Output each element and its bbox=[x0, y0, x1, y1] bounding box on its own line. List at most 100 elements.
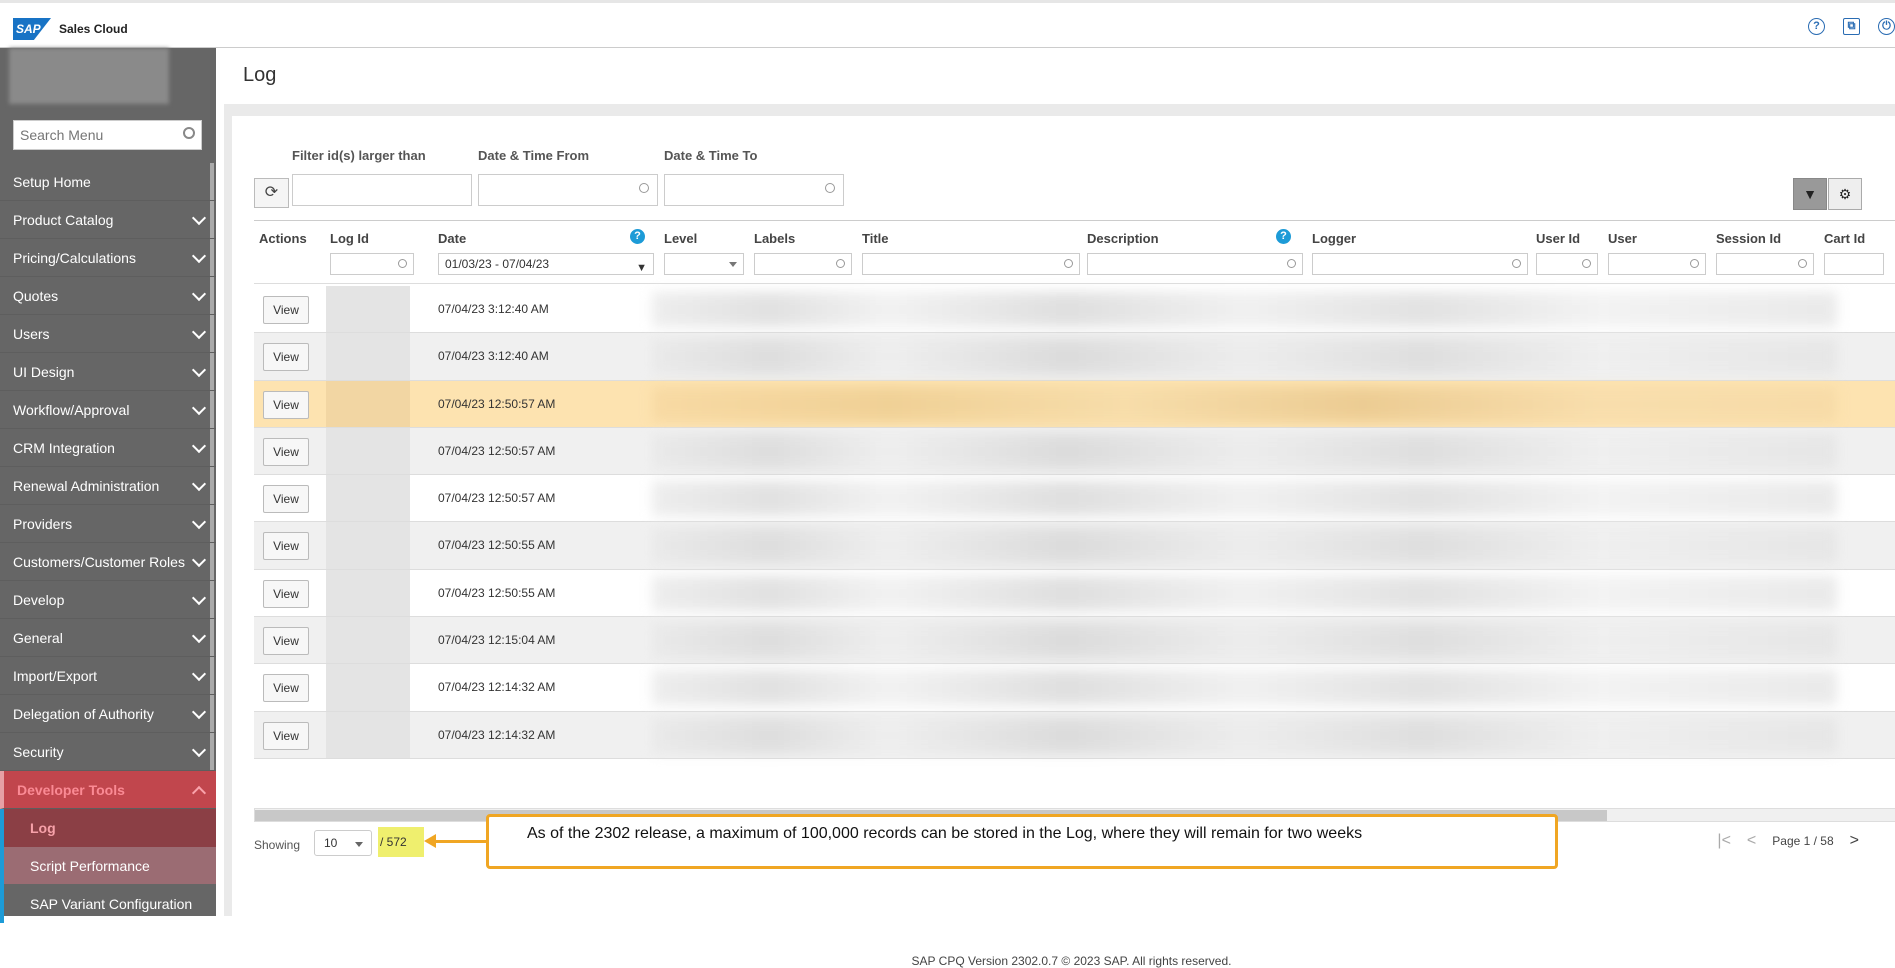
col-labels[interactable]: Labels bbox=[754, 231, 795, 246]
sidebar-item[interactable]: Security bbox=[0, 733, 216, 771]
col-date[interactable]: Date bbox=[438, 231, 466, 246]
log-id-cell-blurred bbox=[326, 286, 410, 333]
view-button[interactable]: View bbox=[263, 627, 309, 656]
page-indicator: Page 1 / 58 bbox=[1772, 834, 1834, 848]
view-button[interactable]: View bbox=[263, 437, 309, 466]
col-cart-id[interactable]: Cart Id bbox=[1824, 231, 1865, 246]
filter-from-input[interactable] bbox=[478, 174, 658, 206]
sidebar-item[interactable]: UI Design bbox=[0, 353, 216, 391]
table-row[interactable]: View 07/04/23 12:14:32 AM bbox=[254, 711, 1895, 759]
sidebar-item-label: Providers bbox=[13, 516, 73, 532]
refresh-button[interactable]: ⟳ bbox=[254, 178, 289, 208]
session-id-filter[interactable] bbox=[1716, 253, 1814, 275]
page-size-select[interactable]: 10 bbox=[314, 830, 372, 856]
col-user-id[interactable]: User Id bbox=[1536, 231, 1580, 246]
sidebar-item[interactable]: Providers bbox=[0, 505, 216, 543]
table-row[interactable]: View 07/04/23 12:15:04 AM bbox=[254, 617, 1895, 665]
row-details-blurred bbox=[652, 670, 1837, 706]
filter-id-input[interactable] bbox=[292, 174, 472, 206]
view-button[interactable]: View bbox=[263, 674, 309, 703]
search-menu-input[interactable] bbox=[14, 121, 174, 149]
view-button[interactable]: View bbox=[263, 579, 309, 608]
log-id-cell-blurred bbox=[326, 380, 410, 427]
user-filter[interactable] bbox=[1608, 253, 1706, 275]
view-button[interactable]: View bbox=[263, 485, 309, 514]
sidebar-subitem[interactable]: Script Performance bbox=[0, 847, 216, 885]
level-filter[interactable] bbox=[664, 253, 744, 275]
row-details-blurred bbox=[652, 433, 1837, 469]
sidebar-item[interactable]: Setup Home bbox=[0, 163, 216, 201]
sidebar-item[interactable]: General bbox=[0, 619, 216, 657]
col-log-id[interactable]: Log Id bbox=[330, 231, 369, 246]
settings-button[interactable]: ⚙ bbox=[1828, 178, 1862, 210]
search-icon bbox=[398, 259, 407, 268]
chevron-up-icon bbox=[191, 785, 207, 801]
log-id-filter[interactable] bbox=[330, 253, 414, 275]
user-id-filter[interactable] bbox=[1536, 253, 1598, 275]
power-icon[interactable]: ⏻ bbox=[1878, 18, 1895, 35]
chevron-down-icon bbox=[191, 400, 207, 416]
col-logger[interactable]: Logger bbox=[1312, 231, 1356, 246]
view-button[interactable]: View bbox=[263, 296, 309, 324]
grid-header: Actions Log Id Date ? 01/03/23 - 07/04/2… bbox=[254, 220, 1895, 284]
col-level[interactable]: Level bbox=[664, 231, 697, 246]
next-page-icon[interactable]: > bbox=[1850, 832, 1859, 850]
view-button[interactable]: View bbox=[263, 390, 309, 419]
labels-filter[interactable] bbox=[754, 253, 852, 275]
sidebar-subitem[interactable]: Log bbox=[0, 809, 216, 847]
col-description[interactable]: Description bbox=[1087, 231, 1159, 246]
grid-rows: View 07/04/23 3:12:40 AM View 07/04/23 3:12… bbox=[254, 286, 1895, 759]
description-help-icon[interactable]: ? bbox=[1276, 229, 1291, 244]
page-size-value: 10 bbox=[324, 836, 338, 850]
sidebar-item[interactable]: Import/Export bbox=[0, 657, 216, 695]
date-help-icon[interactable]: ? bbox=[630, 229, 645, 244]
table-row[interactable]: View 07/04/23 12:50:55 AM bbox=[254, 522, 1895, 570]
table-row[interactable]: View 07/04/23 12:14:32 AM bbox=[254, 664, 1895, 712]
sidebar-item-label: Pricing/Calculations bbox=[13, 250, 136, 266]
table-row[interactable]: View 07/04/23 12:50:57 AM bbox=[254, 475, 1895, 523]
search-icon[interactable] bbox=[183, 127, 195, 139]
table-row[interactable]: View 07/04/23 3:12:40 AM bbox=[254, 286, 1895, 334]
first-page-icon[interactable]: |< bbox=[1717, 832, 1731, 850]
help-icon[interactable]: ? bbox=[1808, 18, 1825, 35]
title-filter[interactable] bbox=[862, 253, 1080, 275]
sidebar-item[interactable]: Delegation of Authority bbox=[0, 695, 216, 733]
sidebar-item[interactable]: Renewal Administration bbox=[0, 467, 216, 505]
filter-to-input[interactable] bbox=[664, 174, 844, 206]
description-filter[interactable] bbox=[1087, 253, 1303, 275]
search-icon bbox=[1064, 259, 1073, 268]
view-button[interactable]: View bbox=[263, 343, 309, 372]
log-panel: Filter id(s) larger than Date & Time Fro… bbox=[224, 104, 1895, 968]
date-filter[interactable]: 01/03/23 - 07/04/23 ▼ bbox=[438, 253, 654, 275]
col-session-id[interactable]: Session Id bbox=[1716, 231, 1781, 246]
sidebar-item[interactable]: Pricing/Calculations bbox=[0, 239, 216, 277]
sidebar-item[interactable]: Product Catalog bbox=[0, 201, 216, 239]
prev-page-icon[interactable]: < bbox=[1747, 832, 1756, 850]
view-button[interactable]: View bbox=[263, 532, 309, 561]
chevron-down-icon bbox=[191, 210, 207, 226]
sidebar-item[interactable]: Workflow/Approval bbox=[0, 391, 216, 429]
sidebar-item[interactable]: CRM Integration bbox=[0, 429, 216, 467]
sidebar-item[interactable]: Quotes bbox=[0, 277, 216, 315]
log-id-cell-blurred bbox=[326, 569, 410, 617]
cart-id-filter[interactable] bbox=[1824, 253, 1884, 275]
search-icon bbox=[1287, 259, 1296, 268]
sidebar-item[interactable]: Users bbox=[0, 315, 216, 353]
sidebar-item[interactable]: Customers/Customer Roles bbox=[0, 543, 216, 581]
funnel-icon[interactable]: ▼ bbox=[636, 258, 647, 278]
table-row[interactable]: View 07/04/23 12:50:57 AM bbox=[254, 380, 1895, 428]
table-row[interactable]: View 07/04/23 12:50:55 AM bbox=[254, 569, 1895, 618]
col-user[interactable]: User bbox=[1608, 231, 1637, 246]
table-row[interactable]: View 07/04/23 12:50:57 AM bbox=[254, 427, 1895, 476]
search-menu[interactable] bbox=[13, 120, 202, 150]
sidebar-item[interactable]: Developer Tools bbox=[0, 771, 216, 809]
filter-toggle-button[interactable]: ▼ bbox=[1793, 178, 1827, 210]
app-logo[interactable]: SAP Sales Cloud bbox=[13, 18, 128, 40]
view-button[interactable]: View bbox=[263, 721, 309, 750]
sidebar-subitem[interactable]: SAP Variant Configuration bbox=[0, 885, 216, 923]
col-title[interactable]: Title bbox=[862, 231, 889, 246]
external-window-icon[interactable]: ⧉ bbox=[1843, 18, 1860, 35]
logger-filter[interactable] bbox=[1312, 253, 1528, 275]
table-row[interactable]: View 07/04/23 3:12:40 AM bbox=[254, 333, 1895, 381]
sidebar-item[interactable]: Develop bbox=[0, 581, 216, 619]
